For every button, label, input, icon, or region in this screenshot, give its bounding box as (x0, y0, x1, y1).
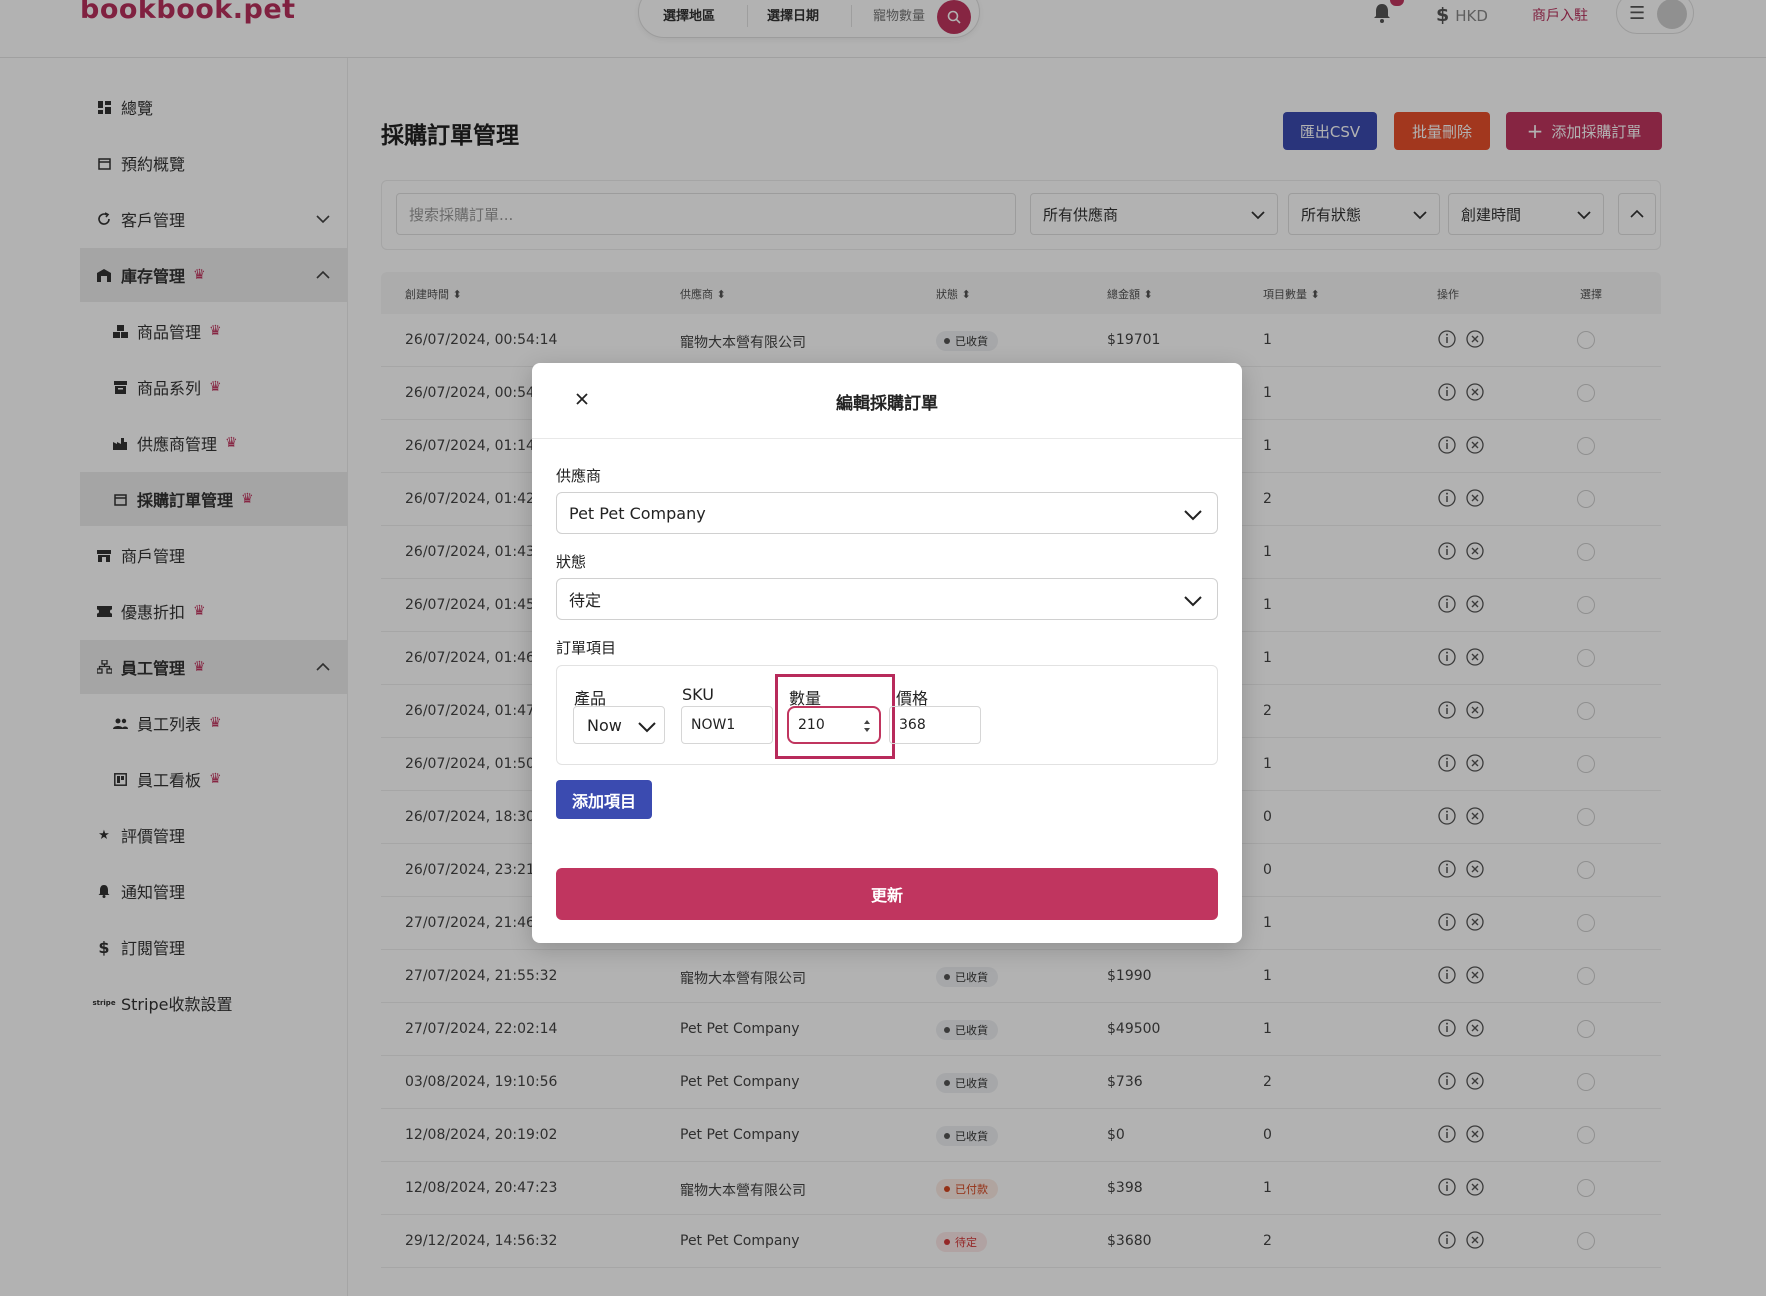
status-select-value: 待定 (569, 591, 602, 610)
quantity-value: 210 (798, 717, 825, 733)
supplier-label: 供應商 (556, 467, 602, 485)
product-select-value: Now (587, 715, 622, 735)
update-button[interactable]: 更新 (556, 868, 1218, 920)
supplier-select[interactable]: Pet Pet Company (556, 492, 1218, 534)
status-label: 狀態 (556, 553, 587, 571)
add-item-button[interactable]: 添加項目 (556, 780, 652, 819)
supplier-select-value: Pet Pet Company (569, 503, 706, 523)
sku-input[interactable]: NOW1 (681, 706, 773, 744)
edit-purchase-order-modal: 編輯採購訂單 供應商 Pet Pet Company 狀態 待定 訂單項目 產品… (532, 363, 1242, 943)
price-input[interactable]: 368 (889, 706, 981, 744)
stepper-arrows-icon[interactable] (863, 718, 871, 734)
quantity-stepper[interactable]: 210 (787, 706, 881, 744)
order-items-box: 產品 SKU 數量 價格 Now NOW1 210 368 (556, 665, 1218, 765)
chevron-down-icon (1184, 596, 1202, 607)
status-select[interactable]: 待定 (556, 578, 1218, 620)
order-items-label: 訂單項目 (556, 639, 617, 657)
chevron-down-icon (638, 722, 656, 733)
modal-header: 編輯採購訂單 (532, 363, 1242, 439)
chevron-down-icon (1184, 510, 1202, 521)
modal-title: 編輯採購訂單 (836, 394, 938, 414)
sku-column-label: SKU (682, 685, 714, 704)
product-select[interactable]: Now (573, 706, 665, 744)
